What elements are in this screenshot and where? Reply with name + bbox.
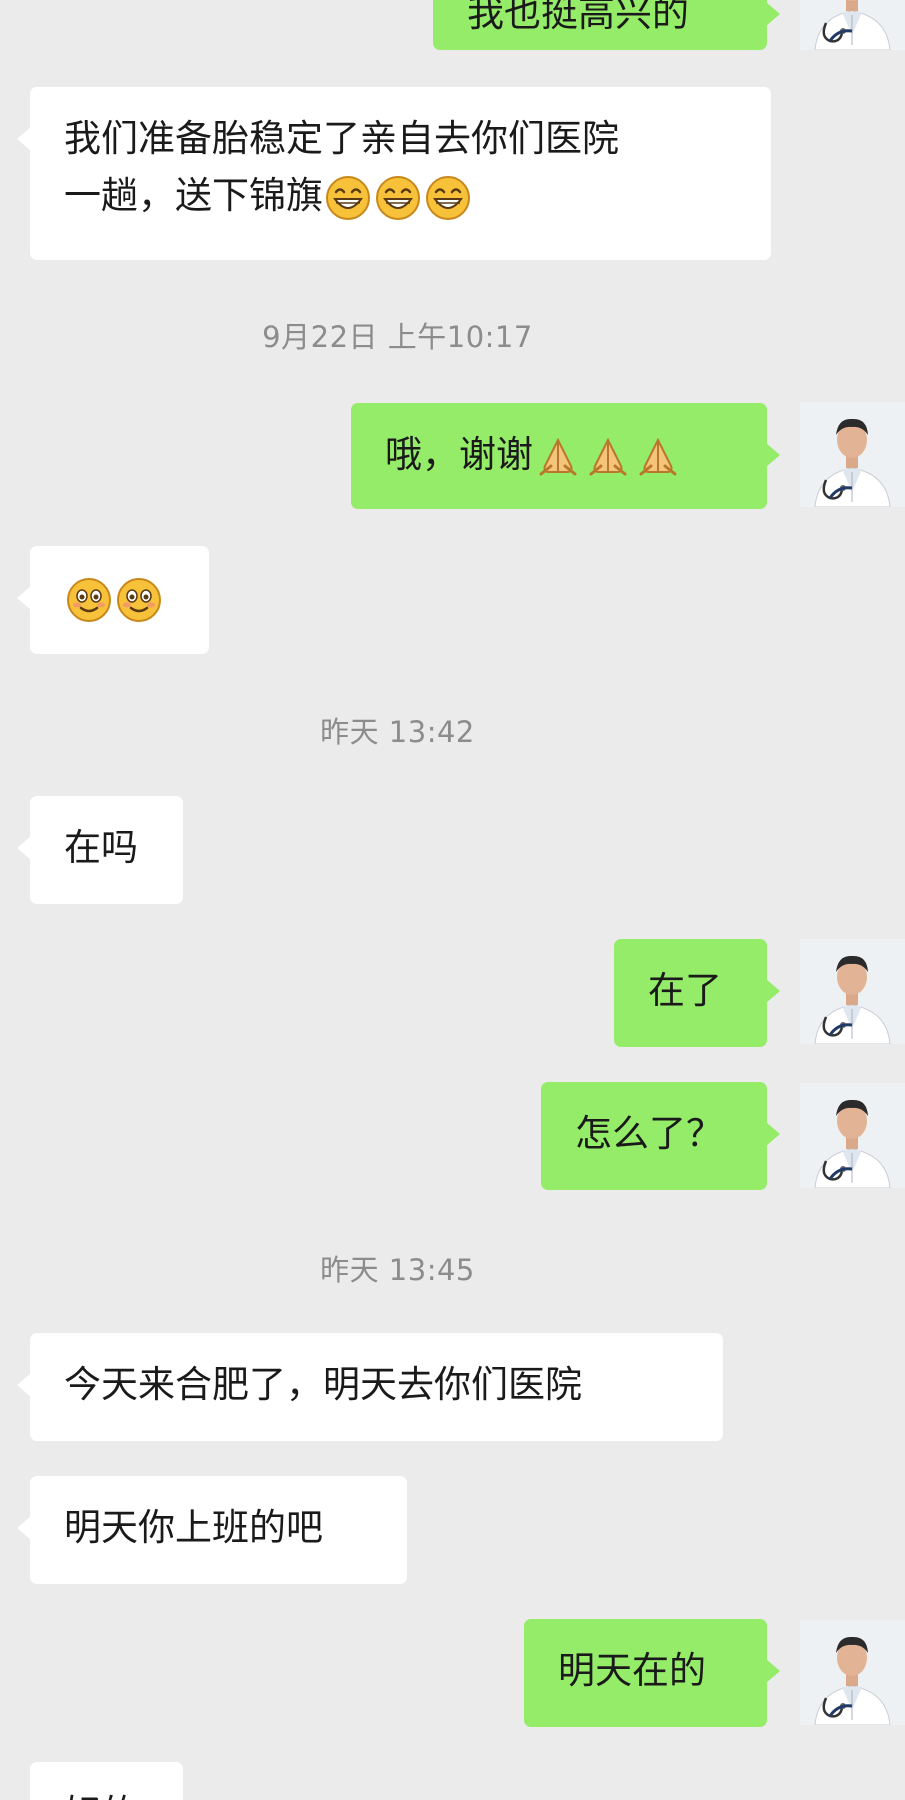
message-bubble-outgoing[interactable]: 明天在的	[524, 1619, 780, 1727]
message-bubble-outgoing[interactable]: 怎么了？	[541, 1082, 780, 1190]
doctor-avatar[interactable]	[800, 1083, 905, 1188]
message-bubble-incoming[interactable]: 明天你上班的吧	[17, 1476, 407, 1584]
message-bubble-incoming[interactable]: 在吗	[17, 796, 183, 904]
timestamp: 昨天 13:42	[320, 715, 475, 749]
message-text-line: 我们准备胎稳定了亲自去你们医院	[64, 117, 619, 160]
message-text: 好的	[64, 1792, 138, 1800]
message-text: 怎么了？	[575, 1112, 723, 1155]
smile-emoji	[116, 577, 162, 623]
message-text: 我也挺高兴的	[467, 0, 689, 35]
doctor-avatar[interactable]	[800, 0, 905, 50]
doctor-avatar[interactable]	[800, 1620, 905, 1725]
grin-emoji	[375, 175, 421, 221]
message-text: 哦，谢谢	[385, 433, 533, 476]
message-text: 明天你上班的吧	[64, 1506, 323, 1549]
message-bubble-outgoing[interactable]: 我也挺高兴的	[433, 0, 780, 50]
message-bubble-incoming[interactable]: 我们准备胎稳定了亲自去你们医院 一趟，送下锦旗	[17, 87, 771, 260]
smile-emoji	[66, 577, 112, 623]
pray-emoji	[635, 434, 681, 480]
message-bubble-outgoing[interactable]: 哦，谢谢	[351, 403, 780, 509]
message-text: 今天来合肥了，明天去你们医院	[64, 1363, 582, 1406]
message-bubble-incoming[interactable]	[17, 546, 209, 654]
message-bubble-incoming[interactable]: 今天来合肥了，明天去你们医院	[17, 1333, 723, 1441]
message-text: 在吗	[64, 826, 138, 869]
message-bubble-incoming[interactable]: 好的	[30, 1762, 183, 1800]
timestamp: 9月22日 上午10:17	[262, 320, 533, 354]
message-text-line: 一趟，送下锦旗	[64, 174, 323, 217]
doctor-avatar[interactable]	[800, 402, 905, 507]
message-text: 在了	[648, 969, 722, 1012]
pray-emoji	[585, 434, 631, 480]
chat-message-list[interactable]: 我也挺高兴的 我们准备胎稳定了亲自去你们医院 一趟，送下锦旗 9月22日 上午1…	[0, 0, 905, 1800]
message-text: 明天在的	[558, 1649, 706, 1692]
timestamp: 昨天 13:45	[320, 1253, 475, 1287]
grin-emoji	[325, 175, 371, 221]
pray-emoji	[535, 434, 581, 480]
message-bubble-outgoing[interactable]: 在了	[614, 939, 780, 1047]
doctor-avatar[interactable]	[800, 939, 905, 1044]
grin-emoji	[425, 175, 471, 221]
